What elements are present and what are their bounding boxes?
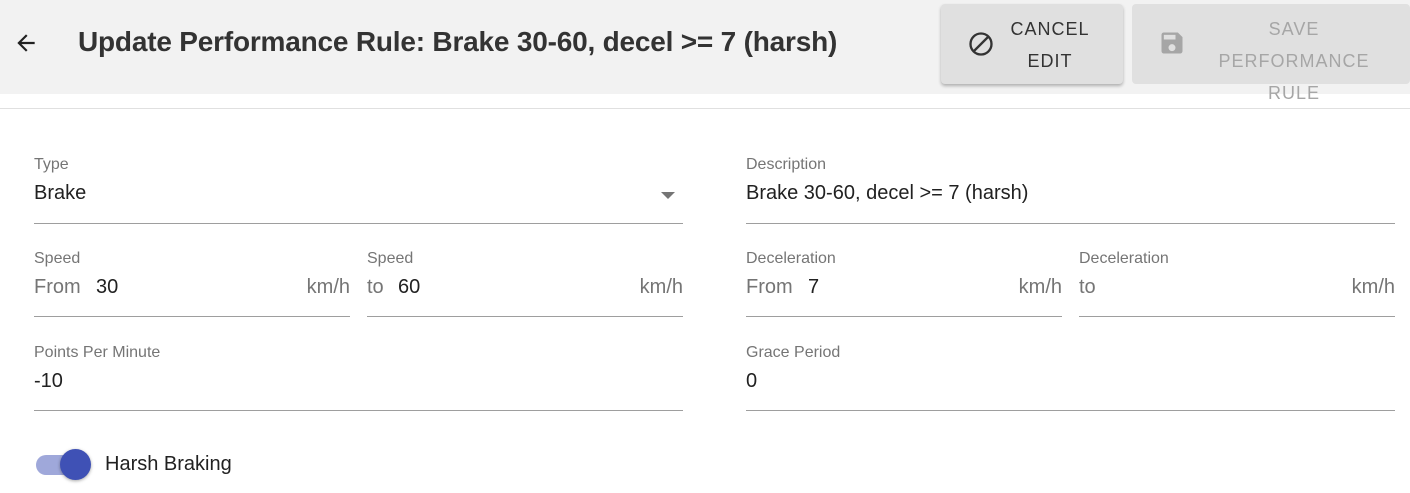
points-per-minute-label: Points Per Minute bbox=[34, 344, 161, 361]
save-performance-rule-label: SAVE PERFORMANCE RULE bbox=[1218, 19, 1370, 103]
description-underline bbox=[746, 223, 1395, 224]
speed-from-label: Speed bbox=[34, 250, 81, 267]
speed-from-unit: km/h bbox=[306, 276, 350, 298]
grace-period-underline bbox=[746, 410, 1395, 411]
deceleration-from-field[interactable]: Deceleration From 7 km/h bbox=[746, 250, 1062, 317]
speed-to-unit: km/h bbox=[639, 276, 683, 298]
grace-period-label: Grace Period bbox=[746, 344, 841, 361]
save-performance-rule-button[interactable]: SAVE PERFORMANCE RULE bbox=[1132, 4, 1410, 103]
deceleration-from-label: Deceleration bbox=[746, 250, 836, 267]
deceleration-to-field[interactable]: Deceleration to km/h bbox=[1079, 250, 1395, 317]
speed-from-value: 30 bbox=[96, 276, 119, 298]
page-title: Update Performance Rule: Brake 30-60, de… bbox=[78, 26, 838, 57]
speed-to-label: Speed bbox=[367, 250, 414, 267]
points-per-minute-value: -10 bbox=[34, 370, 63, 392]
deceleration-from-value: 7 bbox=[808, 276, 820, 298]
deceleration-to-label: Deceleration bbox=[1079, 250, 1169, 267]
speed-from-prefix: From bbox=[34, 276, 81, 298]
points-per-minute-underline bbox=[34, 410, 683, 411]
cancel-edit-button[interactable]: CANCEL EDIT bbox=[941, 4, 1123, 84]
deceleration-to-unit: km/h bbox=[1351, 276, 1395, 298]
type-underline bbox=[34, 223, 683, 224]
speed-to-prefix: to bbox=[367, 276, 384, 298]
back-button[interactable] bbox=[8, 25, 44, 61]
arrow-left-icon bbox=[17, 34, 35, 52]
type-label: Type bbox=[34, 156, 69, 173]
harsh-braking-toggle[interactable] bbox=[34, 448, 94, 482]
harsh-braking-label: Harsh Braking bbox=[105, 453, 232, 475]
type-value: Brake bbox=[34, 182, 87, 204]
toggle-thumb bbox=[60, 449, 91, 480]
save-icon bbox=[1158, 29, 1186, 57]
deceleration-from-prefix: From bbox=[746, 276, 793, 298]
speed-to-field[interactable]: Speed to 60 km/h bbox=[367, 250, 683, 317]
chevron-down-icon bbox=[661, 192, 675, 199]
deceleration-from-unit: km/h bbox=[1018, 276, 1062, 298]
description-label: Description bbox=[746, 156, 827, 173]
cancel-icon bbox=[967, 30, 995, 58]
speed-from-underline bbox=[34, 316, 350, 317]
deceleration-from-underline bbox=[746, 316, 1062, 317]
description-value: Brake 30-60, decel >= 7 (harsh) bbox=[746, 182, 1029, 204]
speed-to-value: 60 bbox=[398, 276, 421, 298]
grace-period-field[interactable]: Grace Period 0 bbox=[746, 344, 1395, 411]
header-divider bbox=[0, 108, 1410, 109]
points-per-minute-field[interactable]: Points Per Minute -10 bbox=[34, 344, 683, 411]
app-header: Update Performance Rule: Brake 30-60, de… bbox=[0, 0, 1410, 103]
speed-to-underline bbox=[367, 316, 683, 317]
cancel-edit-label: CANCEL EDIT bbox=[1010, 19, 1090, 71]
deceleration-to-prefix: to bbox=[1079, 276, 1096, 298]
description-field[interactable]: Description Brake 30-60, decel >= 7 (har… bbox=[746, 156, 1395, 224]
type-select[interactable]: Type Brake bbox=[34, 156, 683, 224]
deceleration-to-underline bbox=[1079, 316, 1395, 317]
speed-from-field[interactable]: Speed From 30 km/h bbox=[34, 250, 350, 317]
grace-period-value: 0 bbox=[746, 370, 758, 392]
